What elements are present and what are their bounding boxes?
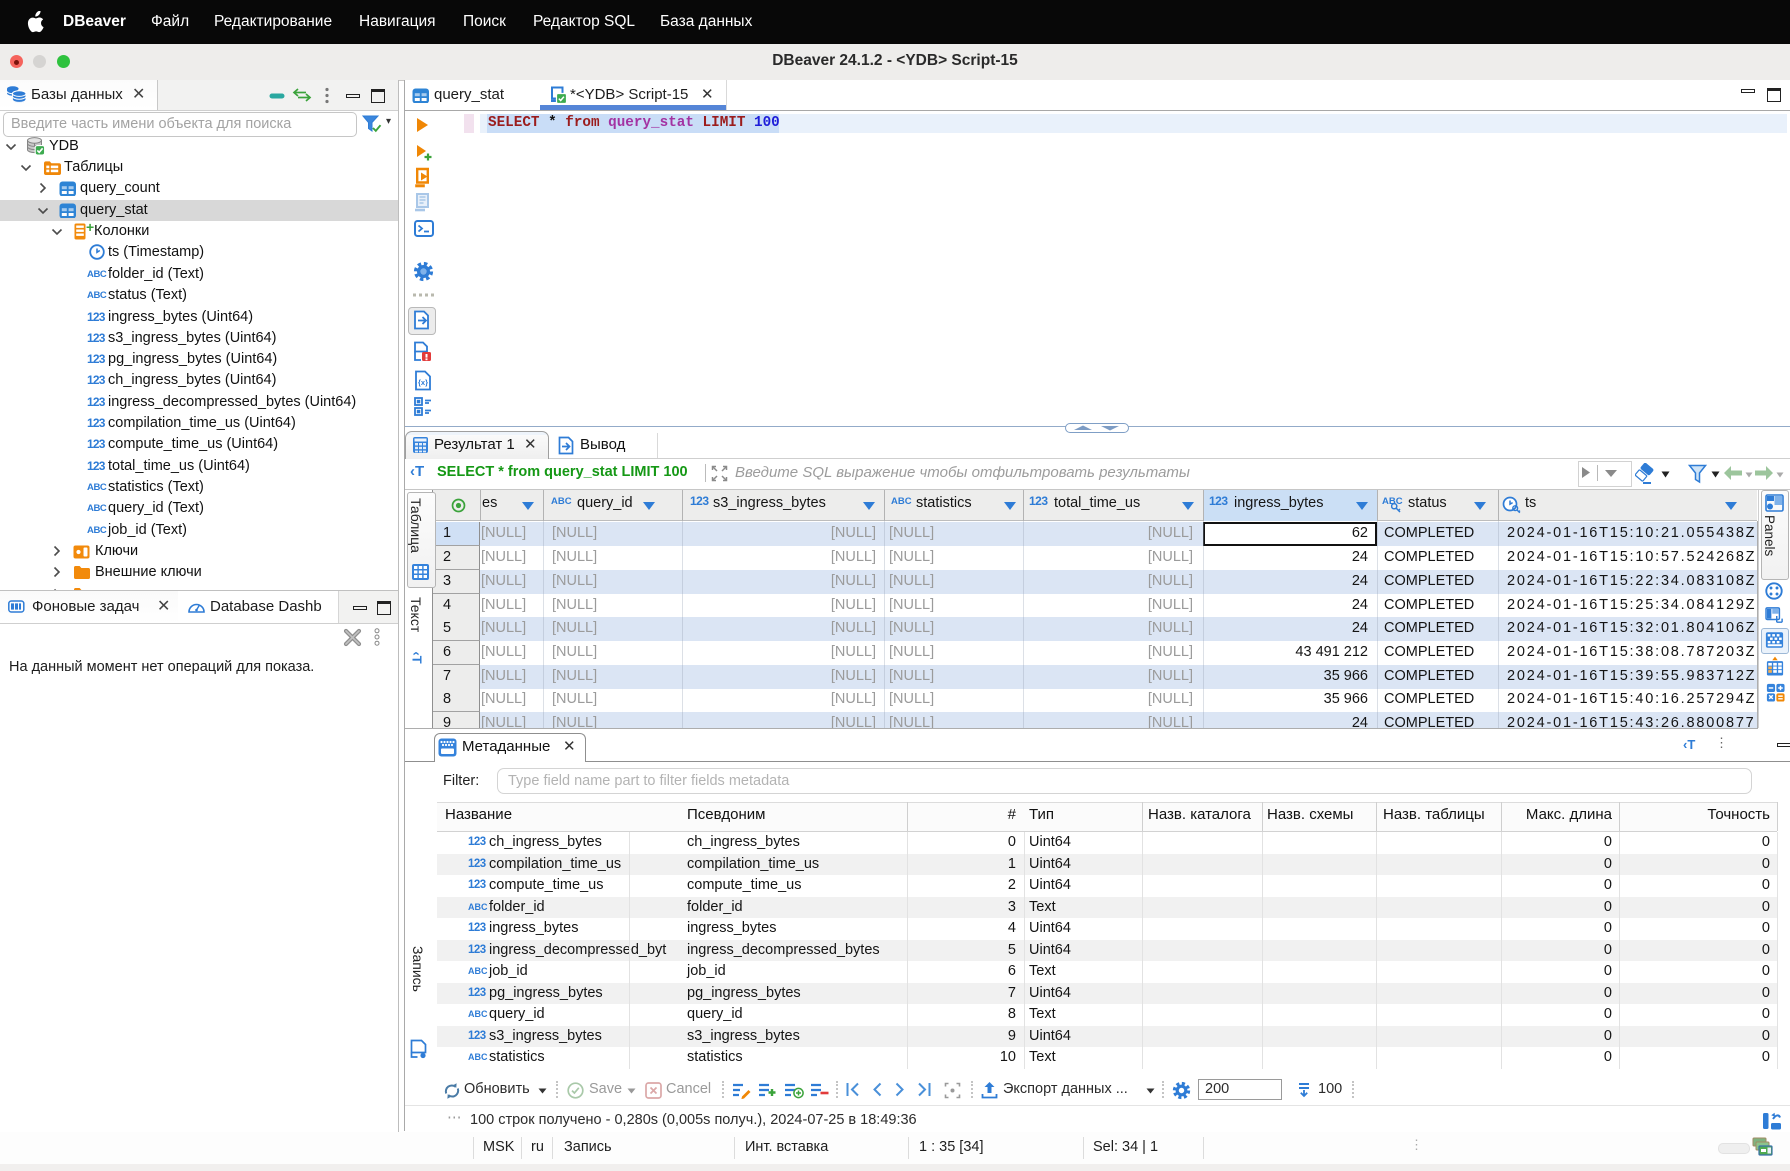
svg-text:{x}: {x} (418, 378, 428, 387)
